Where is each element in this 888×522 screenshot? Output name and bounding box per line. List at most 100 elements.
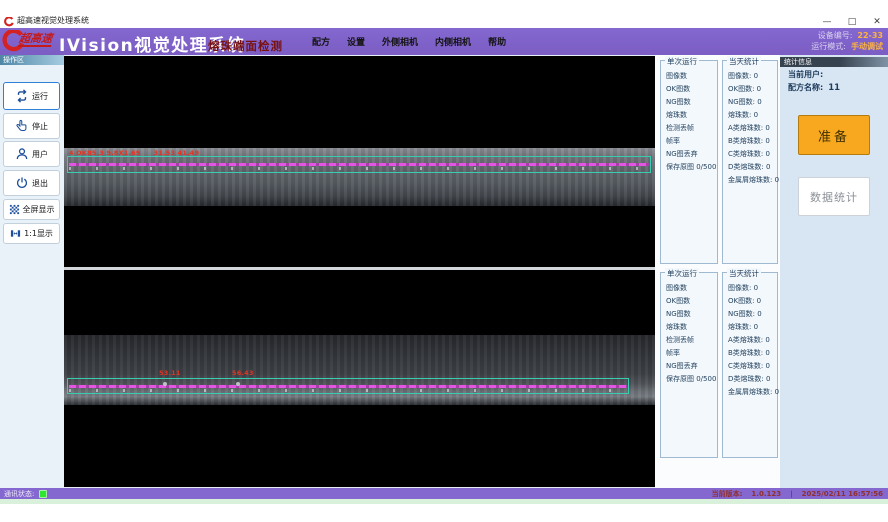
device-number-label: 设备编号:: [818, 31, 853, 42]
stat-row: C类熔珠数: 0: [728, 360, 776, 373]
maximize-button[interactable]: □: [845, 17, 859, 27]
exit-button[interactable]: 退出: [3, 170, 60, 196]
fullscreen-grid-icon: [9, 204, 20, 215]
stat-row: B类熔珠数: 0: [728, 135, 776, 148]
exit-button-label: 退出: [32, 178, 48, 189]
run-mode-label: 运行模式:: [811, 42, 846, 53]
group-title: 当天统计: [727, 268, 761, 279]
current-user-label: 当前用户:: [788, 70, 823, 79]
bead-marks-top: [69, 167, 649, 170]
stat-row: C类熔珠数: 0: [728, 148, 776, 161]
menu-item[interactable]: 帮助: [488, 35, 506, 48]
run-icon: [15, 89, 29, 103]
user-icon: [15, 147, 29, 161]
recipe-name-label: 配方名称:: [788, 83, 823, 92]
defect-mark: [236, 382, 240, 386]
data-statistics-button[interactable]: 数据统计: [798, 177, 870, 216]
stats-column: 单次运行 图像数OK图数NG图数熔珠数检测丢帧帧率NG图丢弃保存原图 0/500…: [655, 55, 780, 488]
stat-row: A类熔珠数: 0: [728, 122, 776, 135]
today-stats-group-bottom: 当天统计 图像数: 0OK图数: 0NG图数: 0熔珠数: 0A类熔珠数: 0B…: [722, 272, 778, 458]
stat-row: OK图数: [666, 295, 716, 308]
device-number-row: 设备编号: 22-33: [811, 31, 883, 42]
stat-row: 检测丢帧: [666, 334, 716, 347]
window-titlebar: 超高速视觉处理系统 — □ ✕: [0, 0, 888, 28]
stat-row: 保存原图 0/500: [666, 373, 716, 386]
stat-row: 金属屑熔珠数: 0: [728, 386, 776, 399]
stat-row: 保存原图 0/500: [666, 161, 716, 174]
stop-hand-icon: [15, 119, 29, 133]
user-button-label: 用户: [32, 149, 48, 160]
sidebar-title: 操作区: [0, 55, 64, 65]
stat-row: 图像数: [666, 282, 716, 295]
bead-line-bottom: [69, 385, 627, 388]
run-button[interactable]: 运行: [3, 82, 60, 110]
fullscreen-button-label: 全屏显示: [23, 204, 55, 215]
statistics-info-panel: 统计信息 当前用户: 配方名称:11 准备 数据统计: [780, 55, 888, 488]
stat-row: 检测丢帧: [666, 122, 716, 135]
defect-mark: [163, 382, 167, 386]
recipe-name-row: 配方名称:11: [788, 82, 840, 93]
annotation-text: 4 OK85.3 9.8X1.69: [69, 149, 141, 157]
fullscreen-button[interactable]: 全屏显示: [3, 199, 60, 220]
stat-row: 帧率: [666, 135, 716, 148]
stat-row: 熔珠数: 0: [728, 109, 776, 122]
stat-row: 图像数: [666, 70, 716, 83]
comm-status-label: 通讯状态:: [4, 489, 34, 499]
stat-row: 熔珠数: [666, 321, 716, 334]
stop-button-label: 停止: [32, 121, 48, 132]
group-title: 当天统计: [727, 56, 761, 67]
app-window: 超高速视觉处理系统 — □ ✕ 超高速 IVision视觉处理系统 熔珠端面检测…: [0, 0, 888, 522]
camera-view-top: 4 OK85.3 9.8X1.69 31.53 41.49: [64, 56, 655, 267]
window-controls: — □ ✕: [820, 17, 884, 27]
divider: |: [790, 490, 793, 498]
bottom-strip: [0, 499, 888, 504]
header-info: 设备编号: 22-33 运行模式: 手动调试: [811, 31, 883, 52]
app-subtitle: 熔珠端面检测: [208, 38, 283, 54]
comm-status: 通讯状态:: [4, 488, 47, 499]
today-stats-group-top: 当天统计 图像数: 0OK图数: 0NG图数: 0熔珠数: 0A类熔珠数: 0B…: [722, 60, 778, 264]
user-button[interactable]: 用户: [3, 141, 60, 167]
app-logo-icon: [4, 17, 14, 27]
main-menu: 配方 设置 外侧相机 内侧相机 帮助: [312, 28, 506, 55]
run-button-label: 运行: [32, 91, 48, 102]
stat-row: OK图数: 0: [728, 295, 776, 308]
stat-row: NG图数: 0: [728, 96, 776, 109]
current-user-row: 当前用户:: [788, 69, 823, 80]
status-bar: 通讯状态: 当前版本: 1.0.123 | 2025/02/11 16:57:5…: [0, 488, 888, 499]
single-run-group-top: 单次运行 图像数OK图数NG图数熔珠数检测丢帧帧率NG图丢弃保存原图 0/500: [660, 60, 718, 264]
stat-row: NG图丢弃: [666, 148, 716, 161]
menu-item[interactable]: 内侧相机: [435, 35, 471, 48]
one-to-one-icon: [10, 228, 21, 239]
menu-item[interactable]: 设置: [347, 35, 365, 48]
stat-row: OK图数: [666, 83, 716, 96]
stat-row: 帧率: [666, 347, 716, 360]
stat-row: 图像数: 0: [728, 70, 776, 83]
statistics-info-header: 统计信息: [780, 57, 888, 67]
window-title: 超高速视觉处理系统: [17, 15, 89, 26]
stat-row: NG图丢弃: [666, 360, 716, 373]
stat-row: B类熔珠数: 0: [728, 347, 776, 360]
prepare-button[interactable]: 准备: [798, 115, 870, 155]
version-value: 1.0.123: [751, 490, 781, 498]
device-number-value: 22-33: [857, 31, 883, 42]
stat-row: NG图数: [666, 96, 716, 109]
run-mode-row: 运行模式: 手动调试: [811, 42, 883, 53]
one-to-one-button[interactable]: 1:1显示: [3, 223, 60, 244]
brand-name: 超高速: [18, 33, 53, 47]
minimize-button[interactable]: —: [820, 17, 834, 27]
camera-view-bottom: 53.11 56.43: [64, 270, 655, 487]
close-button[interactable]: ✕: [870, 17, 884, 27]
menu-item[interactable]: 外侧相机: [382, 35, 418, 48]
datetime-value: 2025/02/11 16:57:56: [802, 490, 883, 498]
version-datetime: 当前版本: 1.0.123 | 2025/02/11 16:57:56: [712, 488, 883, 499]
group-title: 单次运行: [665, 268, 699, 279]
stop-button[interactable]: 停止: [3, 113, 60, 139]
bead-marks-bottom: [69, 389, 627, 392]
stat-row: 熔珠数: [666, 109, 716, 122]
menu-item[interactable]: 配方: [312, 35, 330, 48]
sidebar: 操作区 运行 停止 用户: [0, 55, 64, 488]
stat-row: NG图数: 0: [728, 308, 776, 321]
measurement-annotation: 56.43: [232, 369, 254, 377]
stat-row: D类熔珠数: 0: [728, 373, 776, 386]
stat-row: D类熔珠数: 0: [728, 161, 776, 174]
